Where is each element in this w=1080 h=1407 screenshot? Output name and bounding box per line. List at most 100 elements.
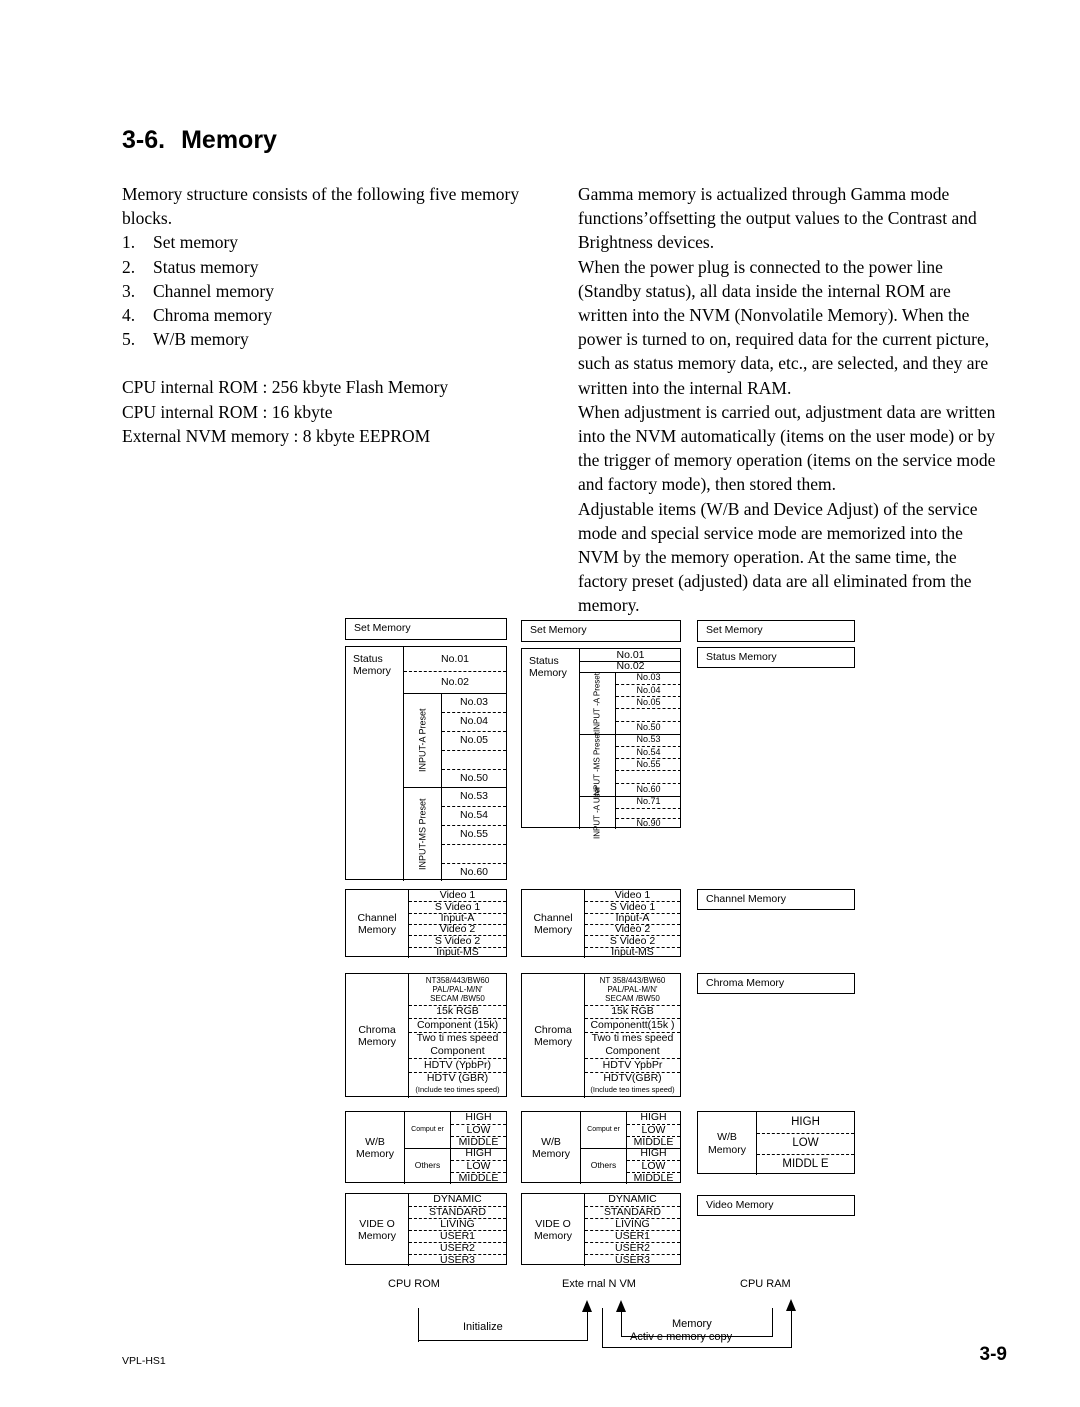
channel-memory-label: Channel Memory [522,890,584,958]
wb-row: HIGH [640,1147,667,1160]
chroma-row: Two ti mes speed [409,1032,506,1045]
input-a-user-label: INPUT -A User [592,786,602,839]
preset-row: No.04 [442,712,506,731]
cpu-rom-chroma-memory-box: Chroma Memory NT358/443/BW60 PAL/PAL-M/N… [345,973,507,1098]
channel-row: Video 1 [614,888,651,901]
status-memory-label-text: Status Memory [529,654,567,680]
active-copy-arrow-right-leg [791,1310,793,1347]
input-a-preset-label: INPUT -A Preset [592,673,602,733]
preset-row: No.03 [459,695,489,708]
chroma-memory-label: Chroma Memory [706,976,785,989]
initialize-arrow-head-icon [582,1300,592,1312]
cpu-rom-wb-memory-box: W/B Memory Comput er Others HIGH LOW MID… [345,1111,507,1184]
preset-row [442,750,506,769]
wb-row: HIGH [640,1111,667,1124]
memory-arrow-right-leg [772,1308,774,1336]
preset-row: No.05 [616,696,681,708]
channel-memory-label: Channel Memory [706,892,786,905]
chroma-row: Component [430,1044,485,1057]
video-row: STANDARD [409,1206,506,1218]
ram-chroma-memory-box: Chroma Memory [697,973,855,994]
preset-row: No.04 [616,684,681,696]
video-row: LIVING [409,1218,506,1230]
video-row: LIVING [585,1218,680,1230]
ram-wb-memory-box: W/B Memory HIGH LOW MIDDL E [697,1111,855,1175]
user-row: No.71 [636,796,661,807]
chroma-row: HDTV (YpbPr) [409,1058,506,1072]
nvm-video-memory-box: VIDE O Memory DYNAMIC STANDARD LIVING US… [521,1193,681,1266]
chroma-memory-label: Chroma Memory [522,974,584,1098]
preset-row: No.53 [459,789,489,802]
active-copy-arrow-head-icon [786,1299,796,1311]
video-memory-label: VIDE O Memory [522,1194,584,1266]
channel-row: S Video 1 [409,901,506,913]
wb-row: MIDDLE [627,1136,680,1148]
wb-row: HIGH [791,1115,820,1128]
wb-row: LOW [627,1124,680,1136]
memory-arrow-label: Memory [672,1318,712,1330]
wb-group-label-others: Others [590,1160,617,1171]
preset-row [616,770,681,783]
channel-row: Video 2 [585,923,680,935]
wb-memory-label-text: W/B Memory [532,1135,570,1161]
input-ms-preset-label: INPUT-MS Preset [417,798,428,870]
cpu-rom-video-memory-box: VIDE O Memory DYNAMIC STANDARD LIVING US… [345,1193,507,1266]
initialize-arrow-right-leg [587,1311,589,1341]
set-memory-label: Set Memory [706,624,763,637]
chroma-row: SECAM /BW50 [430,993,485,1003]
status-row: No.02 [616,659,645,672]
wb-row: MIDDLE [627,1172,680,1184]
set-memory-label: Set Memory [354,622,411,635]
wb-group-label-computer: Comput er [411,1126,444,1134]
wb-row: LOW [627,1160,680,1172]
cpu-rom-channel-memory-box: Channel Memory Video 1 S Video 1 Input-A… [345,889,507,958]
preset-row: No.55 [442,825,506,844]
wb-row: MIDDL E [757,1154,854,1175]
status-row: No.01 [440,653,470,666]
user-row [616,808,681,818]
channel-memory-label-text: Channel Memory [357,911,397,937]
footer-model-name: VPL-HS1 [122,1355,166,1367]
chroma-row: SECAM /BW50 [605,993,660,1003]
chroma-row: Two ti mes speed [585,1032,680,1045]
wb-group-label-others: Others [414,1160,441,1171]
status-memory-label: Status Memory [348,649,402,681]
preset-row: No.05 [442,731,506,750]
preset-row: No.50 [442,769,506,787]
preset-row: No.60 [442,863,506,881]
wb-memory-label-text: W/B Memory [708,1131,746,1156]
video-memory-label: VIDE O Memory [346,1194,408,1266]
active-copy-arrow-label: Activ e memory copy [630,1331,733,1343]
nvm-set-memory-box: Set Memory [521,620,681,642]
wb-row: HIGH [465,1147,492,1160]
chroma-row: Component (15k) [409,1018,506,1032]
memory-structure-diagram: Set Memory Status Memory No.01 No.02 INP… [0,0,1080,1407]
cpu-ram-footer-label: CPU RAM [740,1278,791,1290]
video-row: USER2 [585,1242,680,1254]
channel-row: S Video 1 [585,901,680,913]
chroma-row-note: (Include teo times speed) [415,1085,500,1095]
status-row: No.02 [404,671,506,693]
wb-row: LOW [451,1124,506,1136]
memory-arrow-left-leg [621,1311,623,1337]
wb-group-label-computer: Comput er [587,1126,620,1134]
channel-row: S Video 2 [585,935,680,946]
wb-memory-label: W/B Memory [698,1112,756,1175]
cpu-rom-status-memory-box: Status Memory No.01 No.02 INPUT-A Preset… [345,646,507,881]
status-memory-label-line1: Status Memory [353,652,391,678]
nvm-status-memory-box: Status Memory No.01 No.02 INPUT -A Prese… [521,648,681,839]
active-copy-arrow-base [602,1347,792,1349]
ram-channel-memory-box: Channel Memory [697,889,855,910]
user-row: No.90 [616,818,681,829]
chroma-memory-label: Chroma Memory [346,974,408,1098]
channel-row: Video 2 [409,923,506,935]
chroma-row-note: (Include teo times speed) [590,1085,675,1095]
wb-row: LOW [451,1160,506,1172]
ram-video-memory-box: Video Memory [697,1195,855,1216]
channel-row: Input-A [585,912,680,924]
preset-row: No.54 [442,806,506,825]
ram-status-memory-box: Status Memory [697,647,855,668]
initialize-arrow-label: Initialize [463,1321,503,1333]
chroma-row: HDTV YpbPr [585,1058,680,1072]
ram-set-memory-box: Set Memory [697,620,855,642]
